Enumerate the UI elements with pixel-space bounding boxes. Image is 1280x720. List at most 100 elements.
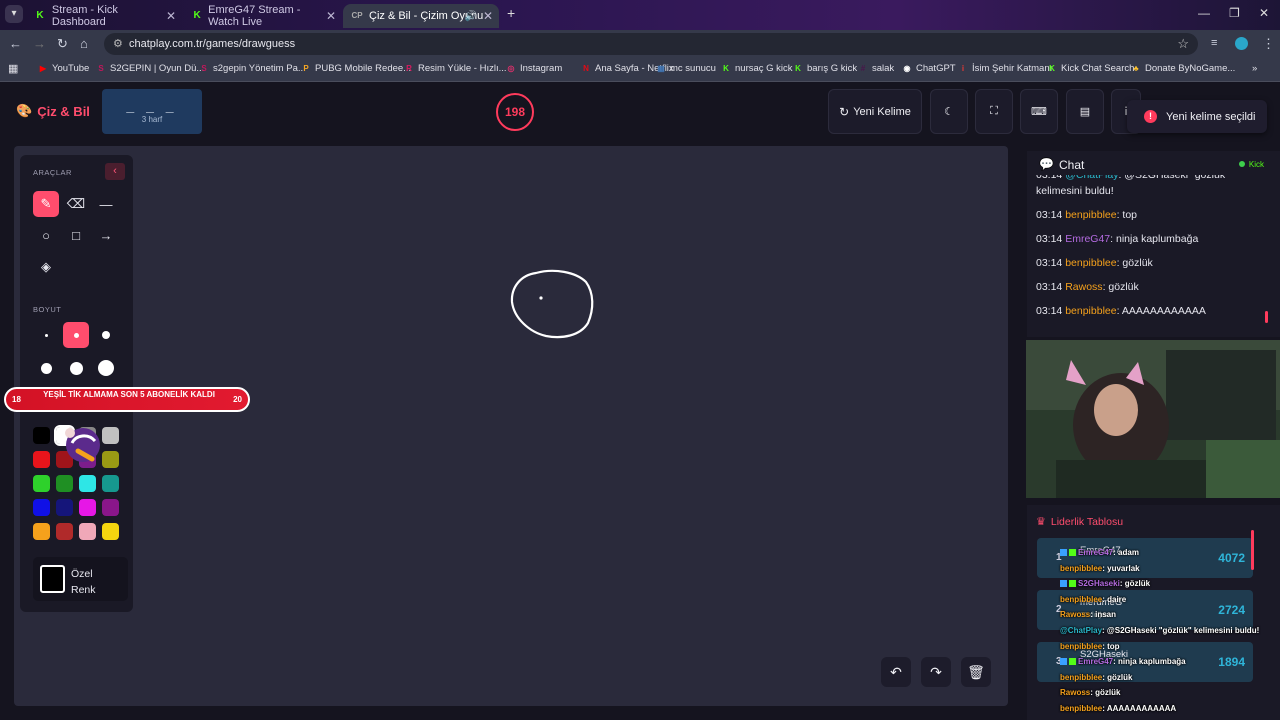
bookmark-item[interactable]: Ss2gepin Yönetim Pa... xyxy=(199,63,305,74)
chat-timestamp: 03:14 xyxy=(1036,257,1063,269)
overlay-username: benpibblee xyxy=(1060,641,1103,651)
close-tab-icon[interactable]: ✕ xyxy=(166,9,176,23)
collapse-panel-button[interactable]: ‹ xyxy=(105,163,125,180)
color-swatch[interactable] xyxy=(79,499,96,516)
keyboard-button[interactable]: ⌨ xyxy=(1020,89,1058,134)
reload-icon[interactable]: ↻ xyxy=(57,36,68,52)
color-swatch[interactable] xyxy=(33,451,50,468)
circle-tool[interactable]: ○ xyxy=(33,222,59,248)
size-option-6[interactable] xyxy=(93,355,119,381)
bookmark-item[interactable]: P PUBG Mobile Redee... xyxy=(301,63,411,74)
bookmark-item[interactable]: ◉ ChatGPT xyxy=(902,63,956,74)
bookmark-label: YouTube xyxy=(52,63,90,74)
bookmark-item[interactable]: R Resim Yükle - Hızlı... xyxy=(404,63,506,74)
chat-username[interactable]: benpibblee xyxy=(1065,209,1116,221)
minimize-button[interactable]: — xyxy=(1198,6,1210,20)
new-tab-button[interactable]: + xyxy=(507,5,515,21)
color-swatch[interactable] xyxy=(56,499,73,516)
new-word-button[interactable]: ↻ Yeni Kelime xyxy=(828,89,922,134)
archive-button[interactable]: ▤ xyxy=(1066,89,1104,134)
forward-icon[interactable]: → xyxy=(33,36,46,51)
browser-menu-icon[interactable]: ⋮ xyxy=(1262,36,1275,52)
apps-grid-icon[interactable]: ▦ xyxy=(8,62,18,75)
color-swatch[interactable] xyxy=(102,499,119,516)
fullscreen-button[interactable]: ⛶ xyxy=(975,89,1013,134)
bookmark-item[interactable]: K Kick Chat Search xyxy=(1047,63,1134,74)
size-option-5[interactable] xyxy=(63,355,89,381)
home-icon[interactable]: ⌂ xyxy=(80,36,88,51)
color-swatch[interactable] xyxy=(33,523,50,540)
fill-tool[interactable]: ◈ xyxy=(33,254,59,280)
size-option-3[interactable] xyxy=(93,322,119,348)
drawn-circle-stroke xyxy=(510,269,594,339)
profile-avatar[interactable] xyxy=(1235,37,1248,50)
bookmark-item[interactable]: ▶ YouTube xyxy=(38,63,89,74)
bookmark-star-icon[interactable]: ☆ xyxy=(1177,36,1189,52)
color-swatch[interactable] xyxy=(102,475,119,492)
overlay-text: : insan xyxy=(1090,610,1117,620)
color-swatch[interactable] xyxy=(56,475,73,492)
speaker-icon[interactable]: 🔊 xyxy=(465,11,477,22)
bookmark-item[interactable]: Kbarış G kick xyxy=(793,63,857,74)
eraser-tool[interactable]: ⌫ xyxy=(63,191,89,217)
bookmark-item[interactable]: ◎ Instagram xyxy=(506,63,563,74)
site-info-icon[interactable]: ⚙ xyxy=(113,37,123,50)
color-swatch[interactable] xyxy=(102,523,119,540)
app-logo[interactable]: 🎨 Çiz & Bil xyxy=(16,103,90,119)
line-icon: — xyxy=(99,196,113,212)
color-swatch[interactable] xyxy=(56,523,73,540)
color-swatch[interactable] xyxy=(33,475,50,492)
size-option-2[interactable] xyxy=(63,322,89,348)
bookmark-item[interactable]: S S2GEPIN | Oyun Dü... xyxy=(96,63,204,74)
color-swatch[interactable] xyxy=(102,427,119,444)
theme-toggle-button[interactable]: ☾ xyxy=(930,89,968,134)
size-option-1[interactable] xyxy=(33,322,59,348)
custom-color-button[interactable]: Özel Renk xyxy=(33,557,128,601)
bookmark-item[interactable]: i İsim Şehir Katmanı xyxy=(958,63,1052,74)
bookmark-item[interactable]: ♣ Donate ByNoGame... xyxy=(1131,63,1235,74)
clear-canvas-button[interactable]: 🗑 xyxy=(961,657,991,687)
size-dot xyxy=(40,362,52,374)
word-display: _ _ _ 3 harf xyxy=(102,89,202,134)
line-tool[interactable]: — xyxy=(93,191,119,217)
notification-toast: ! Yeni kelime seçildi xyxy=(1127,100,1267,133)
brush-tool[interactable]: ✎ xyxy=(33,191,59,217)
chat-username[interactable]: @ChatPlay xyxy=(1065,175,1118,181)
drawing-canvas[interactable] xyxy=(14,146,1008,706)
chat-username[interactable]: Rawoss xyxy=(1065,281,1102,293)
chat-messages[interactable]: 03:14 @ChatPlay: @S2GHaseki "gözlük" kel… xyxy=(1036,175,1266,335)
media-controls-icon[interactable]: ≡ xyxy=(1211,37,1217,49)
more-bookmarks-icon[interactable]: » xyxy=(1252,63,1257,74)
chat-username[interactable]: benpibblee xyxy=(1065,305,1116,317)
undo-button[interactable]: ↶ xyxy=(881,657,911,687)
arrow-tool[interactable]: → xyxy=(93,222,119,248)
url-input[interactable]: ⚙ chatplay.com.tr/games/drawguess ☆ xyxy=(104,33,1198,55)
close-window-button[interactable]: ✕ xyxy=(1259,6,1269,20)
tab-ciz-bil[interactable]: CP Çiz & Bil - Çizim Oyunu 🔊 ✕ xyxy=(343,4,499,28)
chat-scrollbar[interactable] xyxy=(1265,311,1268,323)
tab-emreg47-stream[interactable]: K EmreG47 Stream - Watch Live ✕ xyxy=(184,4,342,28)
maximize-button[interactable]: ❐ xyxy=(1229,6,1240,20)
back-icon[interactable]: ← xyxy=(9,36,22,51)
tab-search-button[interactable]: ▾ xyxy=(5,5,23,23)
redo-button[interactable]: ↷ xyxy=(921,657,951,687)
size-option-4[interactable] xyxy=(33,355,59,381)
color-swatch[interactable] xyxy=(33,499,50,516)
chat-header: 💬 Chat Kick xyxy=(1027,151,1280,178)
bookmark-favicon-icon: ◎ xyxy=(507,63,515,73)
game-page: 🎨 Çiz & Bil _ _ _ 3 harf 198 ↻ Yeni Keli… xyxy=(0,83,1280,720)
rectangle-tool[interactable]: □ xyxy=(63,222,89,248)
color-swatch[interactable] xyxy=(33,427,50,444)
color-swatch[interactable] xyxy=(79,523,96,540)
color-swatch[interactable] xyxy=(102,451,119,468)
keyboard-icon: ⌨ xyxy=(1031,106,1047,118)
bookmark-item[interactable]: Knursaç G kick xyxy=(721,63,792,74)
chat-username[interactable]: EmreG47 xyxy=(1065,233,1110,245)
bookmark-item[interactable]: ▦ mc sunucu xyxy=(656,63,716,74)
bookmark-item[interactable]: # salak xyxy=(858,63,894,74)
close-tab-icon[interactable]: ✕ xyxy=(326,9,336,23)
chat-username[interactable]: benpibblee xyxy=(1065,257,1116,269)
tab-kick-dashboard[interactable]: K Stream - Kick Dashboard ✕ xyxy=(26,4,182,28)
color-swatch[interactable] xyxy=(79,475,96,492)
close-tab-icon[interactable]: ✕ xyxy=(483,9,493,23)
